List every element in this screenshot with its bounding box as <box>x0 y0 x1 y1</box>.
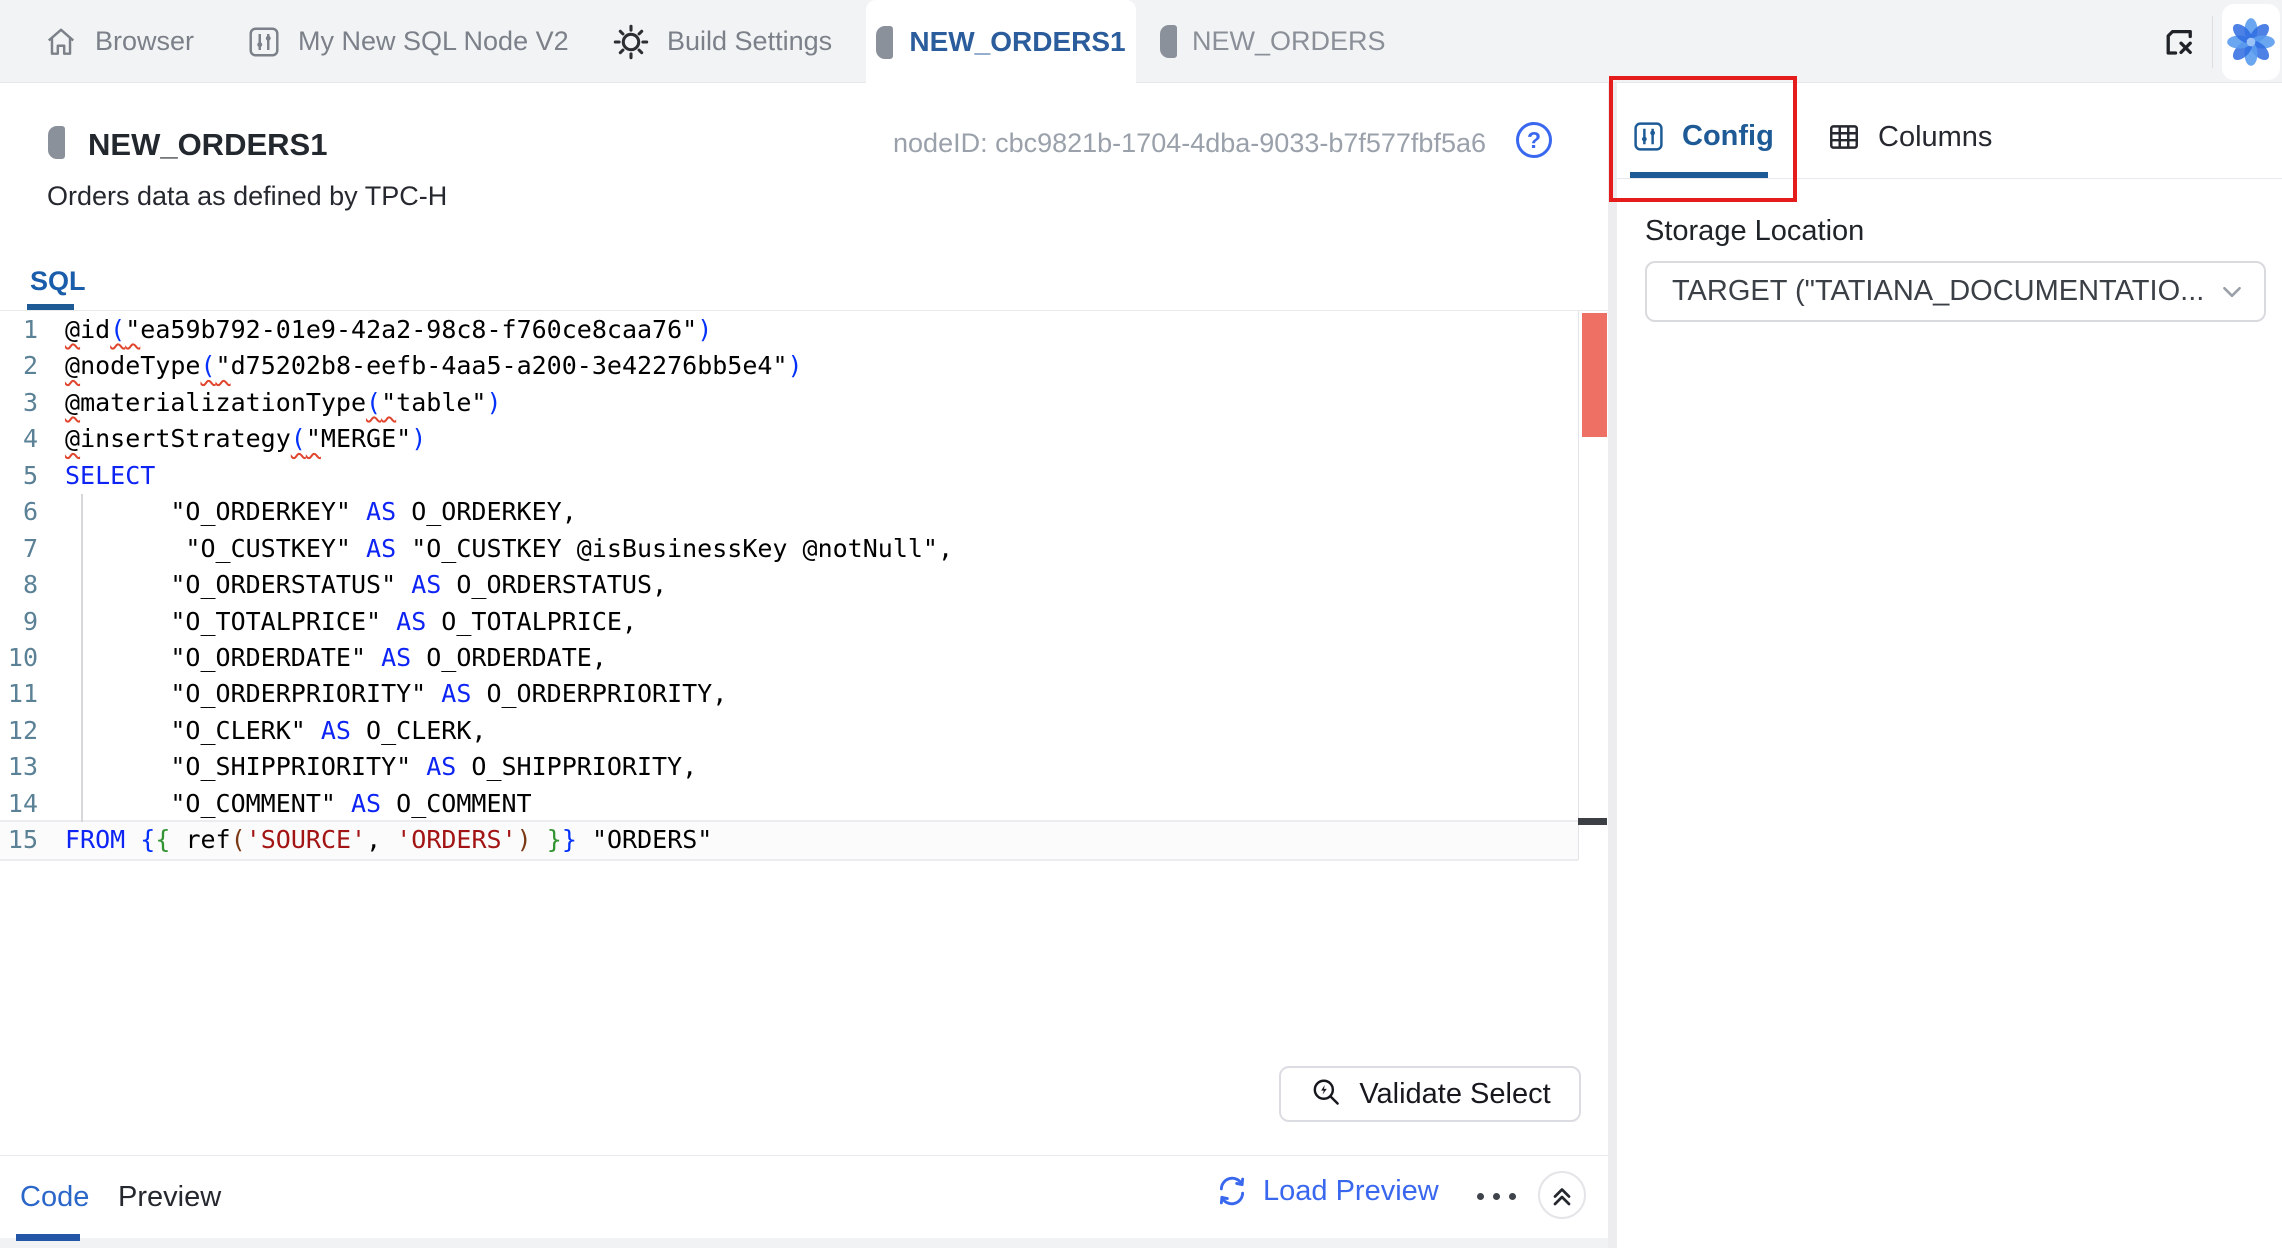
overview-ruler <box>1578 311 1579 860</box>
storage-location-label: Storage Location <box>1645 215 1864 248</box>
indent-guide <box>81 494 83 822</box>
code-line-5: 5SELECT <box>0 458 1578 494</box>
validate-select-button[interactable]: Validate Select <box>1279 1066 1581 1122</box>
app-logo[interactable] <box>2222 4 2280 80</box>
collapse-panel-button[interactable] <box>1538 1171 1586 1219</box>
tab-preview[interactable]: Preview <box>118 1181 221 1214</box>
refresh-icon <box>1215 1174 1249 1208</box>
node-icon <box>1160 25 1177 58</box>
tab-config-label: Config <box>1682 120 1774 153</box>
panel-divider <box>1608 83 1617 1248</box>
node-id-text: nodeID: cbc9821b-1704-4dba-9033-b7f577fb… <box>893 128 1486 159</box>
page-title: NEW_ORDERS1 <box>88 127 327 163</box>
top-tab-bar: Browser My New SQL Node V2 Build Setting… <box>0 0 2282 83</box>
sql-divider <box>0 310 1608 311</box>
tab-new-orders1-label: NEW_ORDERS1 <box>909 26 1125 58</box>
storage-location-value: TARGET ("TATIANA_DOCUMENTATIO... <box>1672 275 2220 308</box>
tab-build-settings[interactable]: Build Settings <box>612 0 832 83</box>
line-number: 9 <box>0 604 38 640</box>
line-number: 1 <box>0 312 38 348</box>
load-preview-button[interactable]: Load Preview <box>1215 1174 1439 1208</box>
help-icon[interactable]: ? <box>1516 122 1552 158</box>
line-number: 11 <box>0 676 38 712</box>
chevron-down-icon <box>2220 282 2244 302</box>
close-tab-icon[interactable] <box>2156 20 2200 64</box>
line-number: 6 <box>0 494 38 530</box>
table-grid-icon <box>1827 120 1861 154</box>
line-number: 8 <box>0 567 38 603</box>
line-number: 5 <box>0 458 38 494</box>
tab-sql-node[interactable]: My New SQL Node V2 <box>247 0 569 83</box>
code-line-1: 1@id("ea59b792-01e9-42a2-98c8-f760ce8caa… <box>0 312 1578 348</box>
code-line-3: 3@materializationType("table") <box>0 385 1578 421</box>
gear-icon <box>612 23 650 61</box>
bottom-strip <box>0 1238 1608 1248</box>
line-number: 13 <box>0 749 38 785</box>
code-line-4: 4@insertStrategy("MERGE") <box>0 421 1578 457</box>
tab-columns[interactable]: Columns <box>1827 120 1992 154</box>
code-lines: 1@id("ea59b792-01e9-42a2-98c8-f760ce8caa… <box>0 312 1578 859</box>
code-tab-underline <box>16 1234 80 1241</box>
bottom-bar-divider <box>0 1155 1608 1156</box>
line-number: 10 <box>0 640 38 676</box>
right-panel-divider <box>1617 178 2282 179</box>
ruler-cursor-marker <box>1578 818 1607 825</box>
code-line-9: 9 "O_TOTALPRICE" AS O_TOTALPRICE, <box>0 604 1578 640</box>
load-preview-label: Load Preview <box>1263 1175 1439 1208</box>
tab-new-orders-label: NEW_ORDERS <box>1192 26 1386 57</box>
sliders-icon <box>247 25 281 59</box>
line-number: 15 <box>0 822 38 858</box>
line-number: 14 <box>0 786 38 822</box>
code-line-2: 2@nodeType("d75202b8-eefb-4aa5-a200-3e42… <box>0 348 1578 384</box>
search-bolt-icon <box>1309 1076 1345 1112</box>
code-line-7: 7 "O_CUSTKEY" AS "O_CUSTKEY @isBusinessK… <box>0 531 1578 567</box>
double-chevron-up-icon <box>1546 1179 1578 1211</box>
storage-location-select[interactable]: TARGET ("TATIANA_DOCUMENTATIO... <box>1645 261 2266 322</box>
ruler-error-marker <box>1582 313 1607 437</box>
code-line-12: 12 "O_CLERK" AS O_CLERK, <box>0 713 1578 749</box>
more-options-button[interactable] <box>1477 1193 1516 1200</box>
line-number: 3 <box>0 385 38 421</box>
code-line-15: 15FROM {{ ref('SOURCE', 'ORDERS') }} "OR… <box>0 822 1578 858</box>
line-number: 2 <box>0 348 38 384</box>
code-line-11: 11 "O_ORDERPRIORITY" AS O_ORDERPRIORITY, <box>0 676 1578 712</box>
line-number: 4 <box>0 421 38 457</box>
validate-select-label: Validate Select <box>1359 1078 1550 1111</box>
code-line-6: 6 "O_ORDERKEY" AS O_ORDERKEY, <box>0 494 1578 530</box>
tab-new-orders[interactable]: NEW_ORDERS <box>1160 0 1386 83</box>
line-number: 12 <box>0 713 38 749</box>
tab-config[interactable]: Config <box>1632 120 1774 153</box>
code-line-13: 13 "O_SHIPPRIORITY" AS O_SHIPPRIORITY, <box>0 749 1578 785</box>
tab-build-settings-label: Build Settings <box>667 26 832 57</box>
node-icon <box>48 126 65 159</box>
tab-browser-label: Browser <box>95 26 194 57</box>
tab-sql-node-label: My New SQL Node V2 <box>298 26 569 57</box>
tab-browser[interactable]: Browser <box>44 0 194 83</box>
sql-editor[interactable]: 1@id("ea59b792-01e9-42a2-98c8-f760ce8caa… <box>0 312 1578 859</box>
line-number: 7 <box>0 531 38 567</box>
node-icon <box>876 26 893 59</box>
tab-columns-label: Columns <box>1878 121 1992 154</box>
tab-code[interactable]: Code <box>20 1181 89 1214</box>
node-description: Orders data as defined by TPC-H <box>47 181 447 212</box>
pinwheel-logo-icon <box>2225 16 2277 68</box>
topbar-divider <box>2212 16 2213 68</box>
code-line-10: 10 "O_ORDERDATE" AS O_ORDERDATE, <box>0 640 1578 676</box>
home-icon <box>44 25 78 59</box>
code-line-8: 8 "O_ORDERSTATUS" AS O_ORDERSTATUS, <box>0 567 1578 603</box>
config-sliders-icon <box>1632 120 1665 153</box>
code-line-14: 14 "O_COMMENT" AS O_COMMENT <box>0 786 1578 822</box>
tab-sql[interactable]: SQL <box>30 266 86 297</box>
tab-new-orders1[interactable]: NEW_ORDERS1 <box>866 0 1136 84</box>
